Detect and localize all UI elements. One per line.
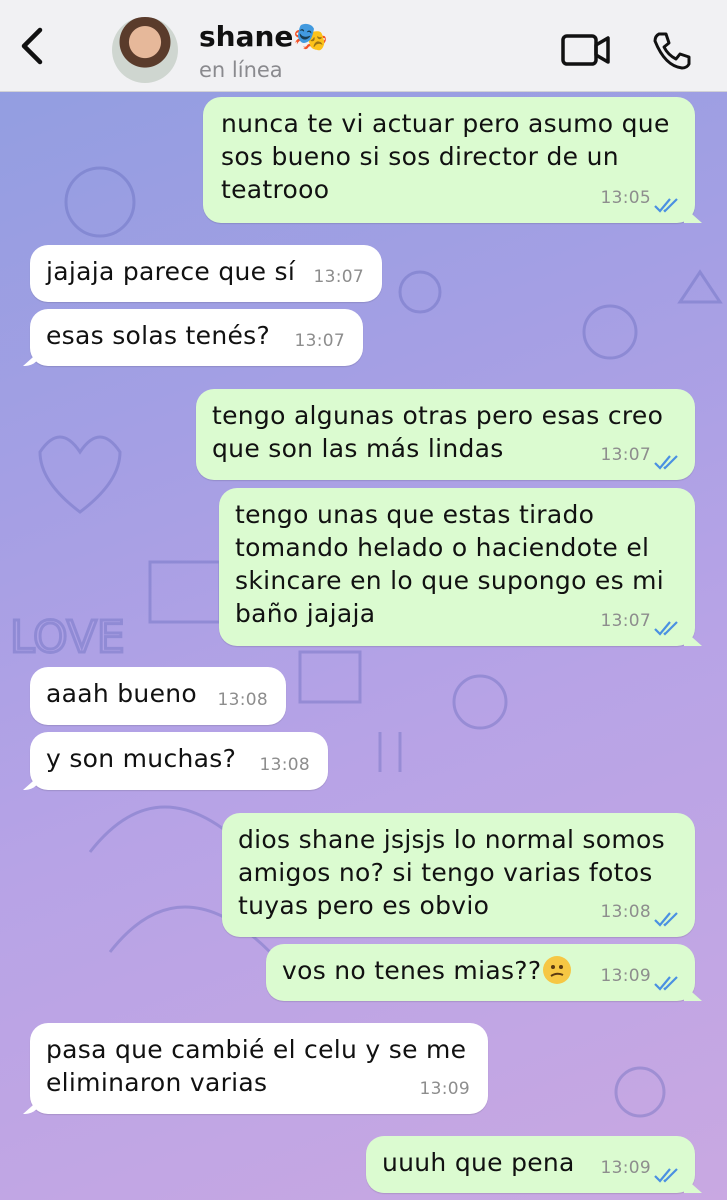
message-time: 13:07 bbox=[294, 331, 345, 351]
read-ticks-icon bbox=[654, 976, 678, 991]
message-time: 13:05 bbox=[600, 188, 651, 208]
video-call-icon[interactable] bbox=[560, 31, 612, 69]
confused-face-emoji-icon bbox=[543, 956, 572, 984]
message-bubble-outgoing[interactable]: nunca te vi actuar pero asumo que sos bu… bbox=[203, 97, 702, 223]
message-text-content: vos no tenes mias?? bbox=[282, 956, 542, 985]
message-text: pasa que cambié el celu y se me eliminar… bbox=[46, 1035, 467, 1097]
message-text: tengo algunas otras pero esas creo que s… bbox=[212, 401, 664, 463]
message-bubble-incoming[interactable]: jajaja parece que sí 13:07 bbox=[30, 245, 382, 302]
message-text: vos no tenes mias?? bbox=[282, 954, 572, 987]
message-time: 13:09 bbox=[600, 1158, 651, 1178]
bunny-doodle-icon bbox=[378, 732, 402, 772]
heart-doodle-icon bbox=[38, 435, 122, 514]
message-time: 13:08 bbox=[600, 902, 651, 922]
rose-doodle-icon bbox=[64, 166, 136, 238]
gift-doodle-icon bbox=[148, 560, 222, 624]
read-ticks-icon bbox=[654, 912, 678, 927]
message-text: esas solas tenés? bbox=[46, 321, 271, 350]
contact-name[interactable]: shane🎭 bbox=[199, 20, 328, 53]
message-text: aaah bueno bbox=[46, 679, 197, 708]
message-time: 13:08 bbox=[259, 755, 310, 775]
back-chevron-icon[interactable] bbox=[12, 24, 52, 68]
gender-doodle-icon bbox=[582, 304, 638, 360]
read-ticks-icon bbox=[654, 1168, 678, 1183]
message-time: 13:07 bbox=[600, 611, 651, 631]
message-bubble-outgoing[interactable]: dios shane jsjsjs lo normal somos amigos… bbox=[222, 813, 695, 937]
message-bubble-outgoing[interactable]: tengo algunas otras pero esas creo que s… bbox=[196, 389, 695, 480]
message-bubble-incoming[interactable]: aaah bueno 13:08 bbox=[30, 667, 286, 725]
message-bubble-incoming[interactable]: y son muchas? 13:08 bbox=[23, 732, 328, 790]
phone-call-icon[interactable] bbox=[650, 30, 692, 72]
contact-status: en línea bbox=[199, 58, 283, 82]
read-ticks-icon bbox=[654, 455, 678, 470]
message-bubble-incoming[interactable]: pasa que cambié el celu y se me eliminar… bbox=[23, 1023, 488, 1114]
message-text: uuuh que pena bbox=[382, 1148, 575, 1177]
message-time: 13:08 bbox=[217, 690, 268, 710]
message-time: 13:07 bbox=[313, 267, 364, 287]
read-ticks-icon bbox=[654, 198, 678, 213]
message-bubble-outgoing[interactable]: vos no tenes mias?? 13:09 bbox=[266, 944, 702, 1001]
message-bubble-incoming[interactable]: esas solas tenés? 13:07 bbox=[23, 309, 363, 366]
read-ticks-icon bbox=[654, 621, 678, 636]
message-time: 13:09 bbox=[600, 966, 651, 986]
message-time: 13:09 bbox=[419, 1079, 470, 1099]
love-doodle-text: LOVE bbox=[10, 612, 125, 663]
globe-doodle-icon bbox=[452, 674, 508, 730]
message-text: jajaja parece que sí bbox=[46, 257, 296, 286]
message-time: 13:07 bbox=[600, 445, 651, 465]
envelope-doodle-icon bbox=[298, 650, 362, 704]
message-text: y son muchas? bbox=[46, 744, 237, 773]
contact-avatar[interactable] bbox=[112, 17, 178, 83]
message-bubble-outgoing[interactable]: uuuh que pena 13:09 bbox=[366, 1136, 702, 1193]
message-bubble-outgoing[interactable]: tengo unas que estas tirado tomando hela… bbox=[219, 488, 702, 646]
chat-header: shane🎭 en línea bbox=[0, 0, 727, 92]
